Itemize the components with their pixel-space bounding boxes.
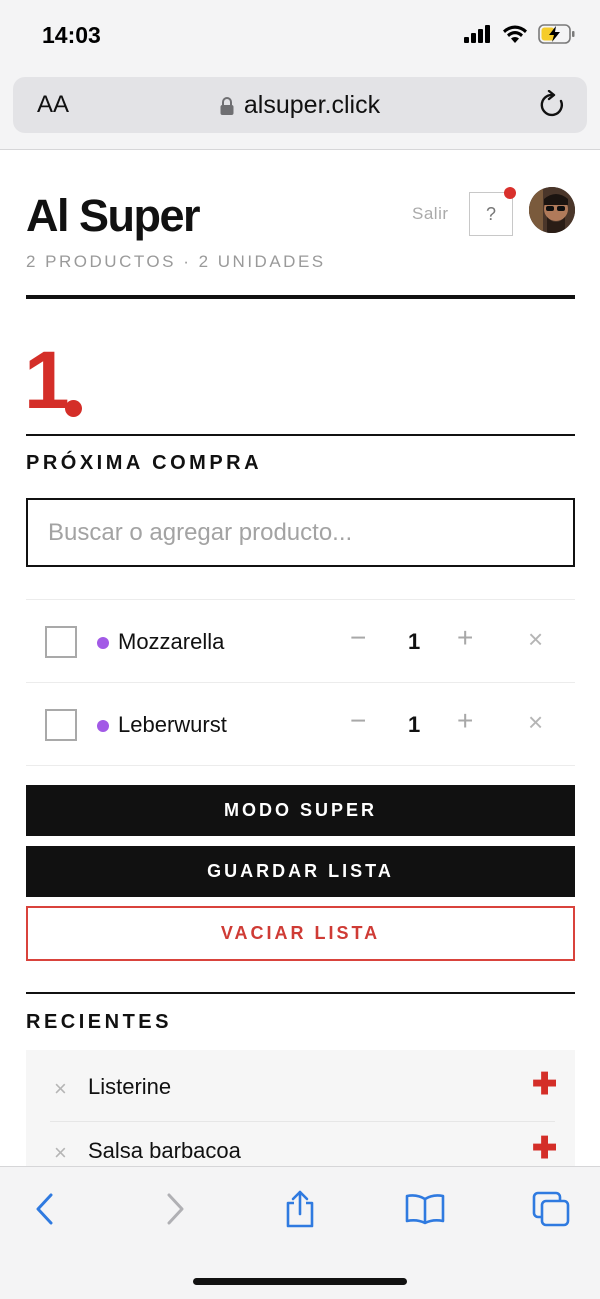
- lock-icon: [220, 96, 234, 115]
- remove-item-button[interactable]: ×: [528, 709, 543, 735]
- recent-item: × Listerine ✚: [26, 1058, 575, 1122]
- item-quantity: 1: [408, 629, 421, 654]
- status-bar: 14:03: [0, 0, 600, 72]
- section-title-next-purchase: PRÓXIMA COMPRA: [26, 452, 263, 474]
- decrease-quantity-button[interactable]: −: [350, 707, 366, 735]
- section-title-recent: RECIENTES: [26, 1011, 172, 1033]
- forward-button[interactable]: [155, 1189, 195, 1229]
- back-button[interactable]: [25, 1189, 65, 1229]
- item-quantity: 1: [408, 712, 421, 737]
- tabs-icon: [532, 1191, 570, 1227]
- bookmarks-icon: [405, 1194, 445, 1225]
- avatar-image: [529, 187, 575, 233]
- decrease-quantity-button[interactable]: −: [350, 624, 366, 652]
- recent-item-name: Salsa barbacoa: [88, 1138, 241, 1163]
- increase-quantity-button[interactable]: +: [457, 707, 473, 735]
- browser-chrome: AA alsuper.click: [0, 72, 600, 150]
- remove-recent-button[interactable]: ×: [54, 1076, 67, 1102]
- address-bar[interactable]: AA alsuper.click: [13, 77, 587, 133]
- logout-link[interactable]: Salir: [412, 204, 449, 224]
- category-dot: [97, 637, 109, 649]
- item-checkbox[interactable]: [45, 626, 77, 658]
- step-dot: [65, 400, 82, 417]
- super-mode-button[interactable]: MODO SUPER: [26, 785, 575, 836]
- reload-icon[interactable]: [539, 90, 567, 120]
- clear-list-button[interactable]: VACIAR LISTA: [26, 906, 575, 961]
- remove-recent-button[interactable]: ×: [54, 1140, 67, 1166]
- share-button[interactable]: [280, 1189, 320, 1229]
- step-number: 1: [24, 335, 70, 426]
- add-recent-button[interactable]: ✚: [532, 1070, 557, 1100]
- tabs-button[interactable]: [531, 1189, 571, 1229]
- recent-list: × Listerine ✚ × Salsa barbacoa ✚: [26, 1050, 575, 1180]
- wifi-icon: [503, 25, 527, 43]
- back-icon: [36, 1193, 53, 1225]
- status-time: 14:03: [42, 22, 101, 48]
- save-list-button[interactable]: GUARDAR LISTA: [26, 846, 575, 897]
- list-divider: [26, 765, 575, 766]
- forward-icon: [167, 1193, 184, 1225]
- share-icon: [286, 1190, 314, 1228]
- bookmarks-button[interactable]: [405, 1189, 445, 1229]
- signal-icon: [464, 25, 490, 43]
- notification-badge: [504, 187, 516, 199]
- category-dot: [97, 720, 109, 732]
- list-item: Leberwurst − 1 + ×: [26, 682, 575, 765]
- increase-quantity-button[interactable]: +: [457, 624, 473, 652]
- remove-item-button[interactable]: ×: [528, 626, 543, 652]
- item-checkbox[interactable]: [45, 709, 77, 741]
- url-text: alsuper.click: [243, 91, 381, 119]
- battery-charging-icon: [538, 24, 575, 44]
- list-summary: 2 PRODUCTOS · 2 UNIDADES: [26, 252, 326, 271]
- list-item: Mozzarella − 1 + ×: [26, 599, 575, 682]
- item-name: Mozzarella: [118, 629, 225, 654]
- recent-item-name: Listerine: [88, 1074, 172, 1099]
- search-input[interactable]: [26, 498, 575, 567]
- status-icons: [464, 24, 576, 44]
- help-button[interactable]: ?: [469, 192, 513, 236]
- section-divider: [26, 434, 575, 436]
- item-name: Leberwurst: [118, 712, 227, 737]
- section-divider: [26, 992, 575, 994]
- header-divider: [26, 295, 575, 299]
- page-title: Al Super: [26, 190, 201, 241]
- url-display[interactable]: alsuper.click: [13, 91, 587, 120]
- home-indicator: [193, 1278, 407, 1285]
- add-recent-button[interactable]: ✚: [532, 1134, 557, 1164]
- avatar[interactable]: [529, 187, 575, 233]
